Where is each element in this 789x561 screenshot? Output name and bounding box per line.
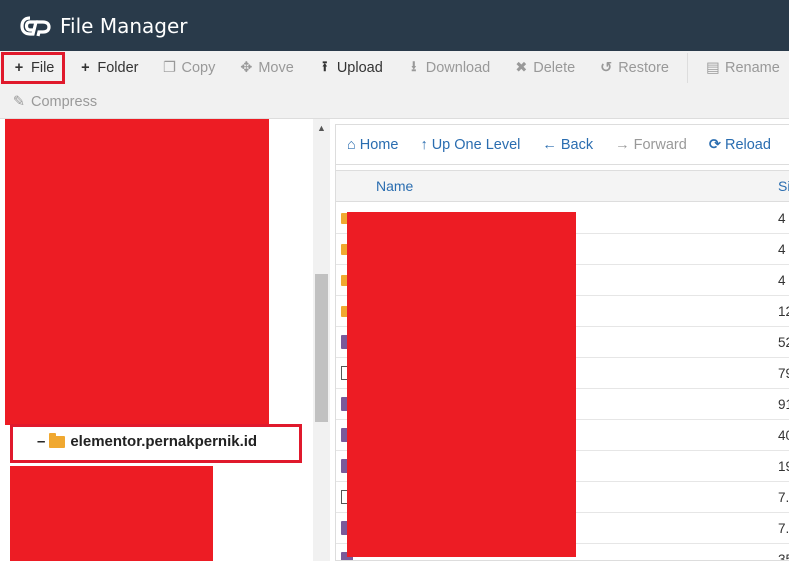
delete-button-label: Delete xyxy=(533,60,576,76)
copy-button[interactable]: ❐ Copy xyxy=(150,51,227,85)
reload-button[interactable]: ⟳ Reload xyxy=(698,137,782,153)
row-size: 4 xyxy=(778,242,786,257)
home-button[interactable]: ⌂ Home xyxy=(336,137,409,153)
toolbar-row-primary: + File + Folder ❐ Copy ✥ Move ⭱ Upload ⭳ Download ✖ D… xyxy=(0,51,789,85)
row-size: 52 xyxy=(778,335,789,350)
upload-button-label: Upload xyxy=(336,60,383,76)
upload-icon: ⭱ xyxy=(322,58,328,75)
app-title: File Manager xyxy=(60,13,188,38)
forward-button[interactable]: → Forward xyxy=(604,137,698,153)
rename-button-label: Rename xyxy=(724,60,780,76)
row-size: 12 xyxy=(778,304,789,319)
redaction-block xyxy=(10,466,213,561)
row-size: 79 xyxy=(778,366,789,381)
up-one-level-button-label: Up One Level xyxy=(431,136,521,153)
tree-node-domain[interactable]: – elementor.pernakpernik.id xyxy=(37,432,258,450)
back-button[interactable]: ← Back xyxy=(531,137,604,153)
row-size: 7. xyxy=(778,490,789,505)
copy-button-label: Copy xyxy=(181,60,216,76)
restore-button[interactable]: ↺ Restore xyxy=(587,51,681,85)
home-icon: ⌂ xyxy=(347,136,356,153)
reload-icon: ⟳ xyxy=(708,136,721,153)
compress-button[interactable]: ✎ Compress xyxy=(0,85,109,119)
row-size: 19 xyxy=(778,459,789,474)
tree-node-label: elementor.pernakpernik.id xyxy=(70,433,258,450)
table-header: Name Si xyxy=(336,170,789,202)
app-header: File Manager xyxy=(0,0,789,51)
download-button-label: Download xyxy=(425,60,491,76)
download-button[interactable]: ⭳ Download xyxy=(395,51,503,85)
home-button-label: Home xyxy=(359,136,399,153)
tree-scrollbar[interactable]: ▲ xyxy=(313,119,330,561)
redaction-block xyxy=(5,119,269,425)
navigation-bar: ⌂ Home ↑ Up One Level ← Back → Forward ⟳ Reload xyxy=(336,125,789,165)
folder-open-icon xyxy=(49,432,66,448)
toolbar-separator xyxy=(686,53,688,83)
collapse-toggle[interactable]: – xyxy=(37,433,45,450)
restore-button-label: Restore xyxy=(618,60,669,76)
new-file-button-label: File xyxy=(31,60,55,76)
column-size-header[interactable]: Si xyxy=(778,178,789,194)
row-size: 4 xyxy=(778,211,786,226)
row-size: 35 xyxy=(778,552,789,561)
plus-icon: + xyxy=(81,60,90,76)
compress-icon: ✎ xyxy=(12,94,26,110)
row-size: 91 xyxy=(778,397,789,412)
column-name-header[interactable]: Name xyxy=(376,178,413,194)
compress-button-label: Compress xyxy=(31,94,98,110)
new-folder-button[interactable]: + Folder xyxy=(66,51,150,85)
rename-button[interactable]: ▤ Rename xyxy=(694,51,789,85)
move-button[interactable]: ✥ Move xyxy=(227,51,305,85)
new-file-button[interactable]: + File xyxy=(0,51,66,85)
delete-button[interactable]: ✖ Delete xyxy=(502,51,587,85)
back-arrow-icon: ← xyxy=(542,136,557,153)
row-size: 40 xyxy=(778,428,789,443)
rename-icon: ▤ xyxy=(706,60,720,76)
forward-button-label: Forward xyxy=(633,136,687,153)
row-size: 7. xyxy=(778,521,789,536)
toolbar-row-secondary: ✎ Compress xyxy=(0,85,109,119)
plus-icon: + xyxy=(14,60,24,76)
new-folder-button-label: Folder xyxy=(97,60,139,76)
up-one-level-button[interactable]: ↑ Up One Level xyxy=(409,137,531,153)
up-level-icon: ↑ xyxy=(420,136,428,153)
restore-icon: ↺ xyxy=(600,60,613,76)
delete-icon: ✖ xyxy=(515,60,528,76)
forward-arrow-icon: → xyxy=(615,136,630,153)
scroll-up-arrow-icon[interactable]: ▲ xyxy=(317,123,326,133)
reload-button-label: Reload xyxy=(724,136,771,153)
toolbar: + File + Folder ❐ Copy ✥ Move ⭱ Upload ⭳ Download ✖ D… xyxy=(0,51,789,119)
cpanel-logo-icon[interactable] xyxy=(20,14,52,38)
scrollbar-thumb[interactable] xyxy=(315,274,328,422)
upload-button[interactable]: ⭱ Upload xyxy=(306,51,395,85)
redaction-block xyxy=(347,212,576,557)
row-size: 4 xyxy=(778,273,786,288)
move-icon: ✥ xyxy=(240,60,253,76)
move-button-label: Move xyxy=(258,60,294,76)
download-icon: ⭳ xyxy=(411,58,417,75)
copy-icon: ❐ xyxy=(162,60,176,76)
back-button-label: Back xyxy=(560,136,594,153)
